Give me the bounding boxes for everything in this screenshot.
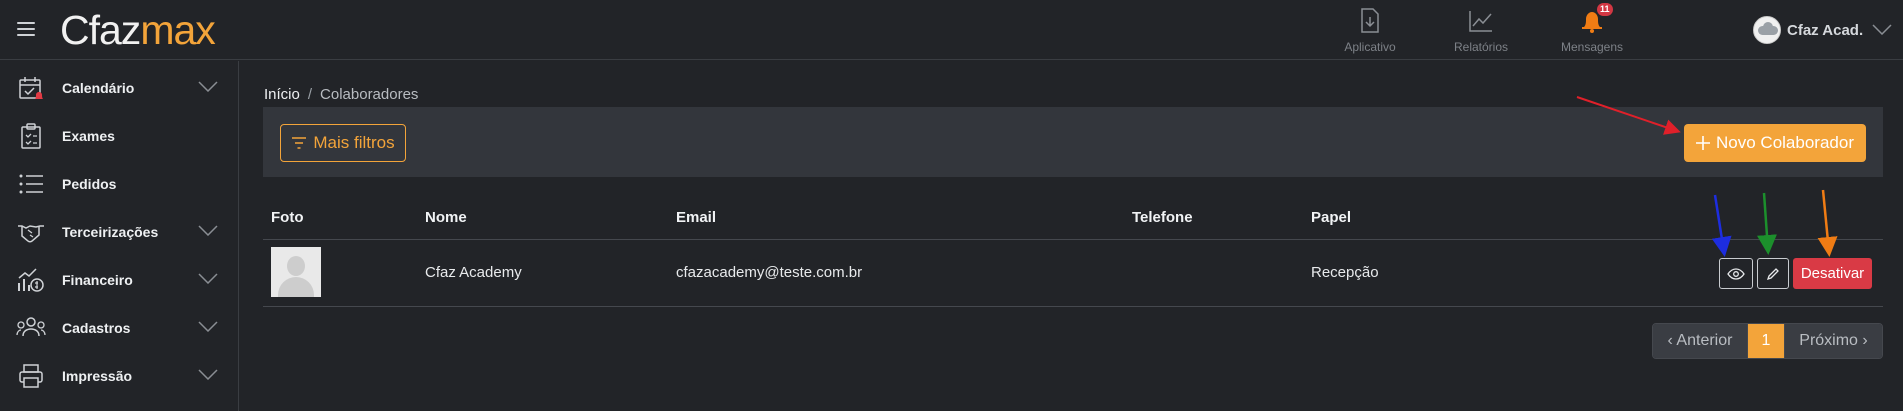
logo-text-accent: max — [140, 7, 215, 53]
logo[interactable]: Cfazmax — [60, 6, 216, 54]
logo-text-primary: Cfaz — [60, 7, 141, 53]
filter-icon — [292, 137, 307, 149]
avatar — [1753, 16, 1781, 44]
breadcrumb: Início / Colaboradores — [264, 86, 418, 103]
finance-chart-icon — [16, 265, 46, 295]
chevron-down-icon — [198, 273, 218, 284]
table-row: Cfaz Academy cfazacademy@teste.com.br Re… — [263, 240, 1883, 307]
sidebar-item-label: Terceirizações — [62, 224, 159, 240]
page-number-current[interactable]: 1 — [1748, 324, 1784, 358]
chevron-down-icon — [1872, 23, 1892, 35]
cell-email: cfazacademy@teste.com.br — [676, 264, 863, 281]
sidebar-item-label: Impressão — [62, 368, 133, 384]
breadcrumb-separator: / — [307, 86, 313, 103]
column-header-nome: Nome — [425, 209, 467, 226]
cell-role: Recepção — [1311, 264, 1379, 281]
pencil-icon — [1766, 267, 1779, 280]
user-menu[interactable]: Cfaz Acad. — [1753, 16, 1892, 44]
column-header-telefone: Telefone — [1132, 209, 1193, 226]
chevron-down-icon — [198, 225, 218, 236]
column-header-foto: Foto — [271, 209, 304, 226]
more-filters-button[interactable]: Mais filtros — [280, 124, 406, 162]
sidebar-item-impressao[interactable]: Impressão — [0, 352, 238, 400]
sidebar-item-label: Exames — [62, 128, 115, 144]
filter-bar: Mais filtros Novo Colaborador — [263, 107, 1883, 177]
nav-label: Mensagens — [1560, 40, 1624, 54]
user-name: Cfaz Acad. — [1787, 21, 1864, 39]
breadcrumb-current: Colaboradores — [320, 86, 419, 103]
deactivate-button[interactable]: Desativar — [1793, 258, 1872, 289]
sidebar-item-exames[interactable]: Exames — [0, 112, 238, 160]
sidebar-item-calendario[interactable]: Calendário — [0, 64, 238, 112]
chevron-down-icon — [198, 81, 218, 92]
pagination: ‹ Anterior 1 Próximo › — [1652, 323, 1883, 359]
sidebar-item-pedidos[interactable]: Pedidos — [0, 160, 238, 208]
eye-icon — [1727, 267, 1745, 280]
sidebar-item-cadastros[interactable]: Cadastros — [0, 304, 238, 352]
sidebar-item-financeiro[interactable]: Financeiro — [0, 256, 238, 304]
users-icon — [16, 313, 46, 343]
printer-icon — [16, 361, 46, 391]
cell-name: Cfaz Academy — [425, 264, 522, 281]
sidebar-item-terceirizacoes[interactable]: Terceirizações — [0, 208, 238, 256]
new-collaborator-button[interactable]: Novo Colaborador — [1684, 124, 1866, 162]
more-filters-label: Mais filtros — [313, 133, 395, 152]
user-photo-placeholder — [271, 247, 321, 297]
chevron-down-icon — [198, 369, 218, 380]
sidebar-item-label: Financeiro — [62, 272, 133, 288]
column-header-email: Email — [676, 209, 717, 226]
column-header-papel: Papel — [1311, 209, 1352, 226]
notification-badge: 11 — [1597, 3, 1613, 16]
new-collaborator-label: Novo Colaborador — [1716, 133, 1854, 152]
list-icon — [16, 169, 46, 199]
next-page-button[interactable]: Próximo › — [1784, 324, 1882, 358]
chevron-down-icon — [198, 321, 218, 332]
clipboard-icon — [16, 121, 46, 151]
nav-label: Relatórios — [1453, 40, 1509, 54]
handshake-icon — [16, 217, 46, 247]
plus-icon — [1696, 136, 1711, 150]
nav-aplicativo[interactable]: Aplicativo — [1325, 6, 1415, 54]
sidebar: Calendário Exames Pedidos Terceirizações… — [0, 61, 239, 411]
breadcrumb-home[interactable]: Início — [264, 86, 300, 103]
table-header: Foto Nome Email Telefone Papel — [263, 199, 1883, 240]
sidebar-item-label: Cadastros — [62, 320, 131, 336]
chart-trend-icon — [1436, 6, 1526, 36]
nav-mensagens[interactable]: 11 Mensagens — [1547, 3, 1637, 54]
nav-label: Aplicativo — [1344, 40, 1396, 54]
view-button[interactable] — [1719, 258, 1753, 289]
sidebar-item-label: Calendário — [62, 80, 135, 96]
download-file-icon — [1325, 6, 1415, 36]
edit-button[interactable] — [1757, 258, 1789, 289]
collaborators-table: Foto Nome Email Telefone Papel Cfaz Acad… — [263, 199, 1883, 307]
previous-page-button[interactable]: ‹ Anterior — [1653, 324, 1748, 358]
sidebar-item-label: Pedidos — [62, 176, 117, 192]
calendar-icon — [16, 73, 46, 103]
bell-icon: 11 — [1547, 3, 1637, 36]
top-bar: Cfazmax Aplicativo Relatórios 11 Mensage… — [0, 0, 1903, 60]
menu-icon[interactable] — [17, 22, 35, 36]
nav-relatorios[interactable]: Relatórios — [1436, 6, 1526, 54]
